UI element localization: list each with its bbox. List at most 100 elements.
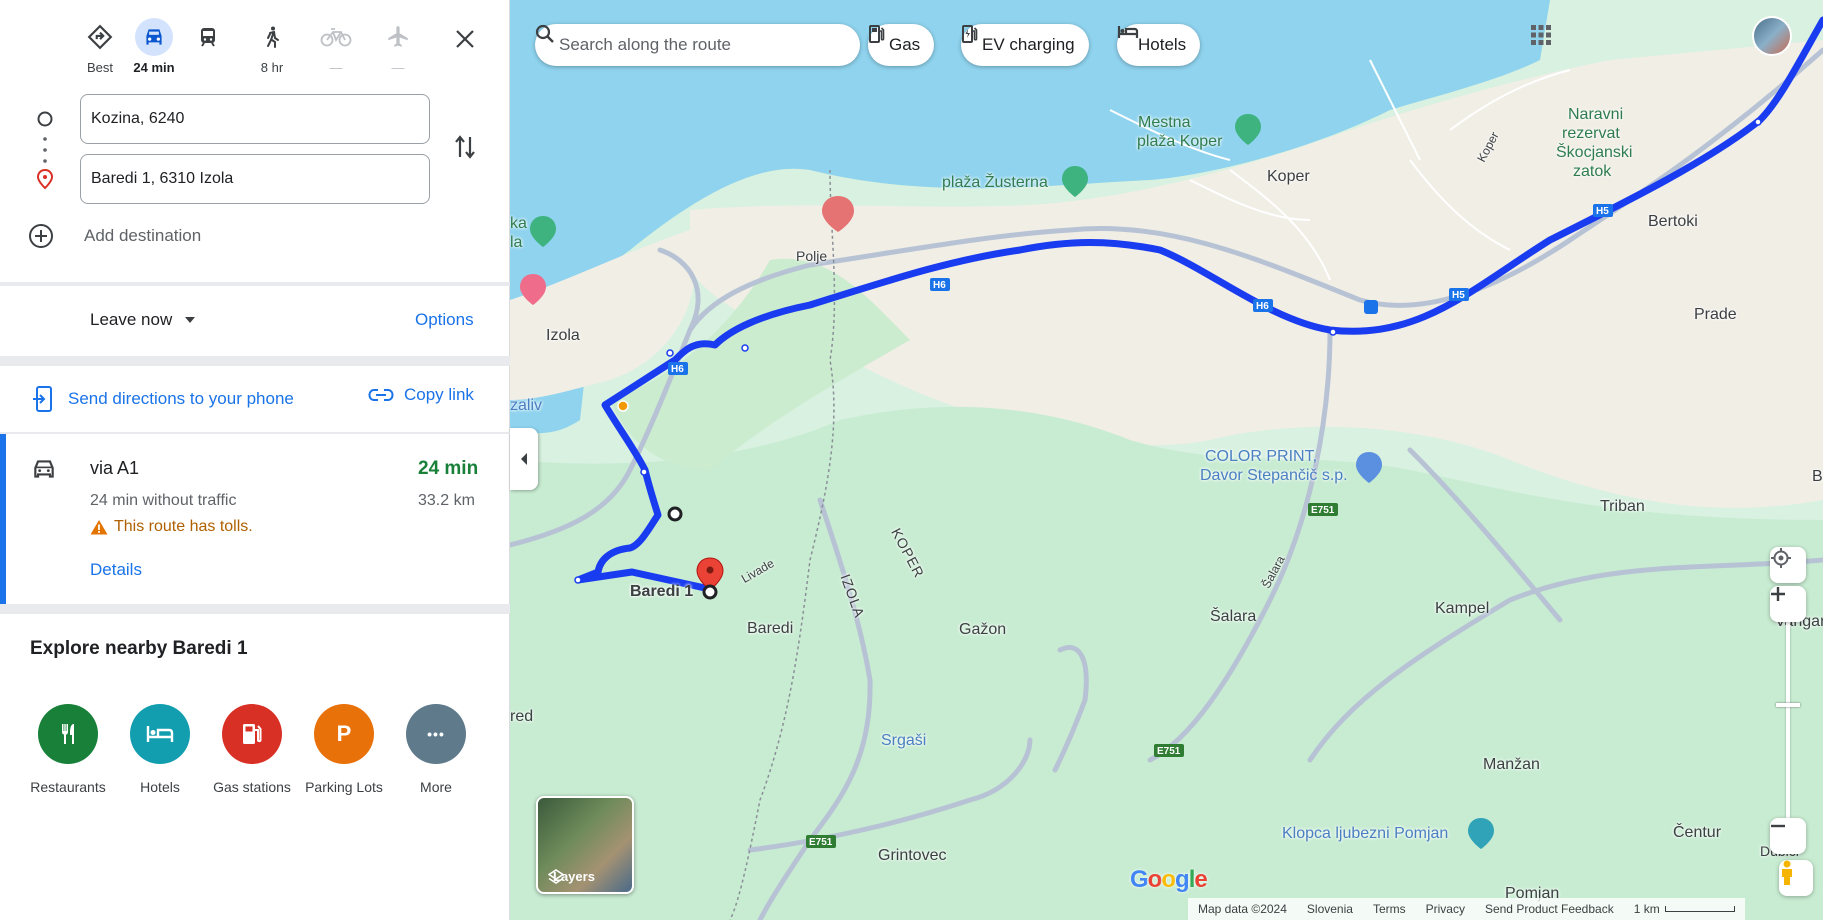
route-details-link[interactable]: Details — [90, 560, 142, 580]
map-label-polje: Polje — [796, 248, 828, 264]
fork-knife-icon — [38, 704, 98, 764]
send-directions-label: Send directions to your phone — [68, 389, 294, 408]
feedback-link[interactable]: Send Product Feedback — [1485, 902, 1614, 916]
map-label-red: red — [510, 708, 534, 725]
svg-text:H6: H6 — [1256, 301, 1269, 312]
map[interactable]: H6 H6 H6 H5 H5 E751 E751 E751 Koper Izol… — [510, 0, 1823, 920]
add-destination-label: Add destination — [84, 226, 202, 245]
leave-now-label: Leave now — [90, 310, 173, 329]
mode-label: — — [391, 60, 405, 75]
terms-link[interactable]: Terms — [1373, 902, 1406, 916]
account-avatar[interactable] — [1752, 16, 1792, 56]
category-gas-stations[interactable]: Gas stations — [204, 704, 300, 795]
send-to-phone-icon — [33, 386, 52, 412]
chip-hotels[interactable]: Hotels — [1117, 24, 1201, 66]
map-footer: Map data ©2024 Slovenia Terms Privacy Se… — [1188, 898, 1745, 920]
category-label: Parking Lots — [305, 779, 383, 795]
chip-label: EV charging — [982, 35, 1075, 54]
leave-now-dropdown[interactable]: Leave now — [90, 310, 196, 330]
category-parking-lots[interactable]: P Parking Lots — [296, 704, 392, 795]
my-location-button[interactable] — [1770, 547, 1806, 583]
mode-driving[interactable]: 24 min — [124, 18, 184, 76]
street-view-pegman[interactable] — [1779, 860, 1813, 896]
waypoint-marker — [667, 506, 683, 522]
zoom-in-button[interactable] — [1770, 586, 1806, 622]
map-label-davor: Davor Stepančič s.p. — [1200, 467, 1348, 484]
route-time-without-traffic: 24 min without traffic — [90, 492, 237, 509]
route-option[interactable]: via A1 24 min 24 min without traffic 33.… — [0, 434, 510, 604]
mode-cycling[interactable]: — — [306, 18, 366, 76]
map-label-kampel: Kampel — [1435, 600, 1490, 617]
category-restaurants[interactable]: Restaurants — [20, 704, 116, 795]
chip-label: Hotels — [1138, 35, 1187, 54]
layers-button[interactable]: Layers — [536, 796, 634, 894]
map-label-color-print: COLOR PRINT, — [1205, 448, 1318, 465]
options-button[interactable]: Options — [415, 310, 474, 330]
copy-link-label: Copy link — [404, 385, 474, 404]
map-label-prade: Prade — [1694, 306, 1737, 323]
train-icon — [189, 18, 227, 56]
svg-text:E751: E751 — [809, 837, 833, 848]
map-label-la: la — [510, 234, 523, 251]
map-label-klopca: Klopca ljubezni Pomjan — [1282, 825, 1449, 842]
google-apps-button[interactable] — [1530, 24, 1564, 58]
category-label: Gas stations — [213, 779, 291, 795]
gas-pump-icon — [869, 25, 885, 43]
copy-link-button[interactable]: Copy link — [368, 385, 474, 405]
caret-down-icon — [185, 317, 196, 323]
chip-ev-charging[interactable]: EV charging — [961, 24, 1089, 66]
zoom-slider-track[interactable] — [1786, 618, 1790, 818]
origin-field[interactable]: Kozina, 6240 — [80, 94, 430, 144]
map-label-baredi: Baredi — [747, 620, 794, 637]
map-label-koper: Koper — [1267, 168, 1310, 185]
toll-marker — [617, 400, 629, 412]
search-input[interactable] — [559, 35, 819, 55]
warning-icon — [90, 520, 108, 535]
destination-field[interactable]: Baredi 1, 6310 Izola — [80, 154, 430, 204]
map-label-srgasi: Srgaši — [881, 732, 927, 749]
mode-walking[interactable]: 8 hr — [242, 18, 302, 76]
swap-waypoints-button[interactable] — [448, 130, 482, 164]
car-icon — [135, 18, 173, 56]
beach-marker-zusterna — [1062, 166, 1088, 197]
search-along-route[interactable] — [535, 24, 860, 66]
category-label: More — [420, 779, 452, 795]
minus-icon — [1771, 824, 1785, 828]
close-directions-button[interactable] — [448, 22, 482, 56]
add-destination-button[interactable]: Add destination — [28, 223, 201, 249]
zoom-slider-thumb[interactable] — [1776, 703, 1800, 707]
mode-flights[interactable]: — — [368, 18, 428, 76]
toll-warning: This route has tolls. — [90, 518, 253, 536]
apps-grid-icon — [1531, 25, 1551, 45]
crosshair-icon — [1771, 548, 1791, 568]
collapse-panel-button[interactable] — [510, 428, 538, 490]
divider — [0, 604, 510, 614]
map-label-grintovec: Grintovec — [878, 847, 947, 864]
mode-label: — — [329, 60, 343, 75]
map-label-centur: Čentur — [1673, 824, 1722, 841]
chip-label: Gas — [889, 35, 921, 54]
route-via: via A1 — [90, 458, 140, 478]
explore-categories: Restaurants Hotels Gas stations P Parkin… — [20, 704, 500, 804]
map-label-zatok: zatok — [1573, 163, 1612, 180]
map-label-rezervat: rezervat — [1562, 125, 1620, 142]
airplane-icon — [379, 18, 417, 56]
search-icon — [535, 24, 554, 43]
chip-gas[interactable]: Gas — [868, 24, 935, 66]
privacy-link[interactable]: Privacy — [1426, 902, 1465, 916]
send-directions-button[interactable]: Send directions to your phone — [32, 385, 294, 413]
scale-label: 1 km — [1633, 902, 1660, 916]
category-label: Hotels — [140, 779, 180, 795]
close-icon — [456, 30, 474, 48]
mode-best[interactable]: Best — [70, 18, 130, 76]
map-label-skocjanski: Škocjanski — [1556, 144, 1633, 161]
map-label-baredi-1: Baredi 1 — [630, 583, 694, 600]
map-label-mestna: Mestna — [1138, 114, 1191, 131]
scale-bar[interactable]: 1 km — [1634, 902, 1735, 916]
country-link[interactable]: Slovenia — [1307, 902, 1353, 916]
zoom-out-button[interactable] — [1770, 818, 1806, 854]
mode-transit[interactable] — [178, 18, 238, 76]
map-label-izola: Izola — [546, 327, 580, 344]
category-hotels[interactable]: Hotels — [112, 704, 208, 795]
category-more[interactable]: ••• More — [388, 704, 484, 795]
